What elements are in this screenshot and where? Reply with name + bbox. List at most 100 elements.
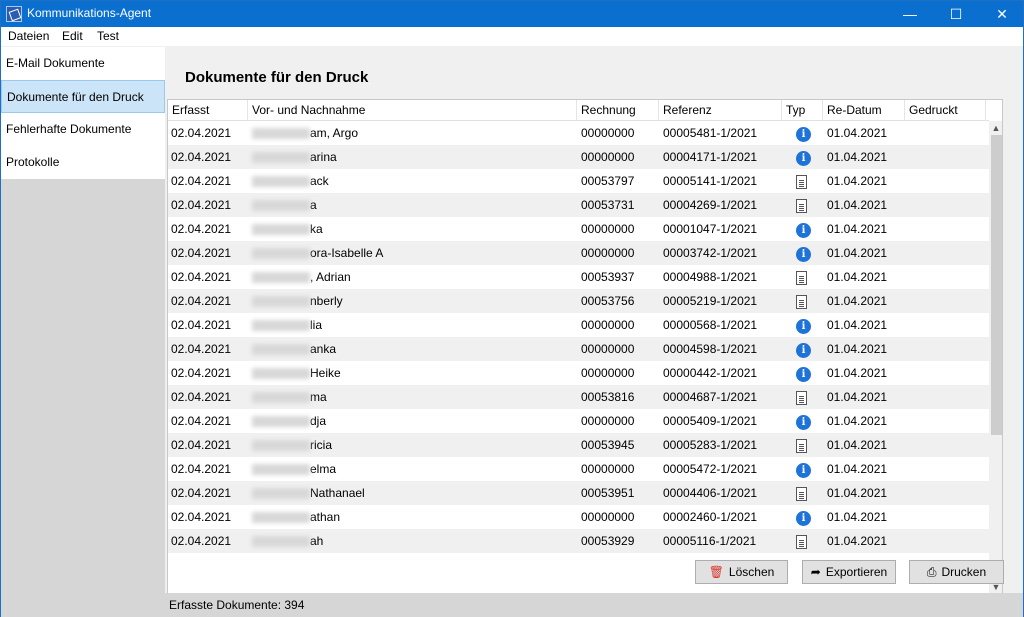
info-icon: i [796, 247, 811, 262]
name-text: a [310, 198, 317, 212]
cell-name: , Adrian [252, 265, 351, 289]
cell-referenz: 00005219-1/2021 [663, 294, 758, 308]
column-header-re-datum[interactable]: Re-Datum [823, 100, 905, 121]
cell-typ: i [796, 361, 811, 385]
cell-name: Nathanael [252, 481, 365, 505]
document-icon [796, 534, 807, 549]
cell-re-datum: 01.04.2021 [827, 438, 888, 452]
delete-button[interactable]: 🗑 Löschen [695, 560, 788, 584]
close-button[interactable]: ✕ [979, 1, 1024, 27]
column-header-typ[interactable]: Typ [782, 100, 823, 121]
sidebar-item-dokumente-druck[interactable]: Dokumente für den Druck [1, 80, 165, 113]
table-row[interactable]: 02.04.2021 am, Argo 00000000 00005481-1/202… [168, 121, 989, 145]
name-text: , Adrian [310, 270, 351, 284]
cell-erfasst: 02.04.2021 [171, 294, 232, 308]
redacted-text [252, 128, 310, 140]
name-text: ack [310, 174, 329, 188]
cell-typ: i [796, 241, 811, 265]
document-icon [796, 294, 807, 309]
table-row[interactable]: 02.04.2021 ah 00053929 00005116-1/2021 01.04… [168, 529, 989, 553]
document-icon [796, 390, 807, 405]
cell-referenz: 00005472-1/2021 [663, 462, 758, 476]
cell-referenz: 00005141-1/2021 [663, 174, 758, 188]
table-row[interactable]: 02.04.2021 lia 00000000 00000568-1/2021 i 01.… [168, 313, 989, 337]
table-row[interactable]: 02.04.2021 elma 00000000 00005472-1/2021 i 01… [168, 457, 989, 481]
column-header-rechnung[interactable]: Rechnung [577, 100, 659, 121]
column-header-name[interactable]: Vor- und Nachnahme [248, 100, 577, 121]
cell-name: Heike [252, 361, 341, 385]
cell-referenz: 00003742-1/2021 [663, 246, 758, 260]
table-header: Erfasst Vor- und Nachnahme Rechnung Refe… [168, 100, 989, 121]
cell-re-datum: 01.04.2021 [827, 174, 888, 188]
cell-re-datum: 01.04.2021 [827, 126, 888, 140]
scrollbar-thumb[interactable] [991, 135, 1002, 435]
table-row[interactable]: 02.04.2021 Nathanael 00053951 00004406-1/20… [168, 481, 989, 505]
vertical-scrollbar[interactable]: ▲ ▼ [989, 121, 1002, 594]
cell-typ [796, 433, 807, 457]
cell-name: dja [252, 409, 326, 433]
cell-re-datum: 01.04.2021 [827, 534, 888, 548]
print-button[interactable]: ⎙ Drucken [909, 560, 1004, 584]
scroll-up-icon[interactable]: ▲ [989, 121, 1002, 135]
redacted-text [252, 224, 310, 236]
cell-referenz: 00004988-1/2021 [663, 270, 758, 284]
cell-rechnung: 00000000 [581, 222, 635, 236]
table-row[interactable]: 02.04.2021 , Adrian 00053937 00004988-1/202… [168, 265, 989, 289]
cell-re-datum: 01.04.2021 [827, 270, 888, 284]
column-header-erfasst[interactable]: Erfasst [168, 100, 248, 121]
redacted-text [252, 248, 310, 260]
menu-dateien[interactable]: Dateien [8, 29, 49, 43]
table-row[interactable]: 02.04.2021 anka 00000000 00004598-1/2021 i 01… [168, 337, 989, 361]
table-row[interactable]: 02.04.2021 a 00053731 00004269-1/2021 01.04.… [168, 193, 989, 217]
table-row[interactable]: 02.04.2021 ma 00053816 00004687-1/2021 01.04… [168, 385, 989, 409]
app-icon [6, 6, 22, 22]
table-row[interactable]: 02.04.2021 ack 00053797 00005141-1/2021 01.0… [168, 169, 989, 193]
cell-rechnung: 00000000 [581, 414, 635, 428]
cell-referenz: 00005409-1/2021 [663, 414, 758, 428]
cell-typ: i [796, 409, 811, 433]
cell-rechnung: 00000000 [581, 318, 635, 332]
column-header-referenz[interactable]: Referenz [659, 100, 782, 121]
info-icon: i [796, 415, 811, 430]
cell-rechnung: 00000000 [581, 366, 635, 380]
redacted-text [252, 272, 310, 284]
cell-typ: i [796, 313, 811, 337]
window-title: Kommunikations-Agent [27, 6, 152, 20]
cell-re-datum: 01.04.2021 [827, 342, 888, 356]
cell-re-datum: 01.04.2021 [827, 366, 888, 380]
cell-erfasst: 02.04.2021 [171, 198, 232, 212]
name-text: lia [310, 318, 323, 332]
sidebar-item-fehlerhafte-dokumente[interactable]: Fehlerhafte Dokumente [1, 113, 165, 146]
table-row[interactable]: 02.04.2021 dja 00000000 00005409-1/2021 i 01.… [168, 409, 989, 433]
sidebar-item-email-dokumente[interactable]: E-Mail Dokumente [1, 47, 165, 80]
export-button[interactable]: ➦ Exportieren [802, 560, 896, 584]
table-row[interactable]: 02.04.2021 arina 00000000 00004171-1/2021 i 0… [168, 145, 989, 169]
cell-erfasst: 02.04.2021 [171, 150, 232, 164]
table-row[interactable]: 02.04.2021 athan 00000000 00002460-1/2021 i 0… [168, 505, 989, 529]
cell-typ: i [796, 505, 811, 529]
info-icon: i [796, 511, 811, 526]
cell-referenz: 00004687-1/2021 [663, 390, 758, 404]
maximize-button[interactable]: ☐ [933, 1, 979, 27]
cell-rechnung: 00000000 [581, 246, 635, 260]
menu-edit[interactable]: Edit [62, 29, 83, 43]
column-header-gedruckt[interactable]: Gedruckt [905, 100, 986, 121]
cell-re-datum: 01.04.2021 [827, 486, 888, 500]
menu-test[interactable]: Test [97, 29, 119, 43]
cell-name: elma [252, 457, 336, 481]
table-row[interactable]: 02.04.2021 nberly 00053756 00005219-1/2021 0… [168, 289, 989, 313]
table-row[interactable]: 02.04.2021 Heike 00000000 00000442-1/2021 i 0… [168, 361, 989, 385]
minimize-button[interactable]: — [887, 1, 933, 27]
cell-re-datum: 01.04.2021 [827, 414, 888, 428]
sidebar-item-protokolle[interactable]: Protokolle [1, 146, 165, 179]
document-icon [796, 486, 807, 501]
cell-name: lia [252, 313, 322, 337]
title-bar[interactable]: Kommunikations-Agent — ☐ ✕ [1, 1, 1023, 27]
cell-rechnung: 00000000 [581, 510, 635, 524]
cell-erfasst: 02.04.2021 [171, 174, 232, 188]
cell-name: ricia [252, 433, 332, 457]
cell-referenz: 00002460-1/2021 [663, 510, 758, 524]
table-row[interactable]: 02.04.2021 ka 00000000 00001047-1/2021 i 01.0… [168, 217, 989, 241]
table-row[interactable]: 02.04.2021 ricia 00053945 00005283-1/2021 01… [168, 433, 989, 457]
table-row[interactable]: 02.04.2021 ora-Isabelle A 00000000 00003742… [168, 241, 989, 265]
